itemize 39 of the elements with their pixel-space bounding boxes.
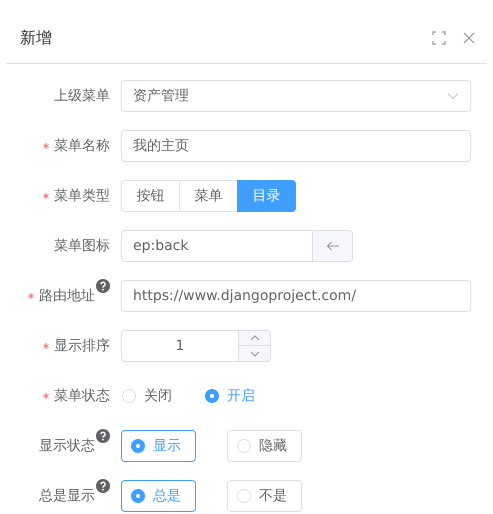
close-icon: [463, 32, 475, 44]
radio-button[interactable]: 不是: [227, 480, 302, 512]
chevron-up-icon: [250, 335, 260, 341]
required-asterisk-icon: [28, 293, 34, 299]
increment-button[interactable]: [238, 331, 270, 346]
help-icon: [96, 279, 110, 293]
field-label: 总是显示: [39, 487, 95, 505]
field-label: 菜单图标: [54, 237, 110, 255]
field-label: 菜单名称: [54, 137, 110, 155]
field-label: 路由地址: [39, 287, 95, 305]
field-label: 菜单状态: [54, 387, 110, 405]
input-field[interactable]: 我的主页: [121, 130, 471, 162]
field-label: 菜单类型: [54, 187, 110, 205]
required-asterisk-icon: [43, 143, 49, 149]
decrement-button[interactable]: [238, 346, 270, 361]
chevron-down-icon: [250, 350, 260, 356]
input-field[interactable]: ep:back: [121, 230, 313, 262]
radio-button[interactable]: [205, 389, 219, 403]
segment-button[interactable]: 菜单: [179, 180, 238, 212]
required-asterisk-icon: [43, 193, 49, 199]
dialog-title: 新增: [20, 28, 53, 48]
required-asterisk-icon: [43, 393, 49, 399]
input-field[interactable]: https://www.djangoproject.com/: [121, 280, 471, 312]
chevron-down-icon: [447, 92, 459, 100]
field-label: 显示状态: [39, 437, 95, 455]
segment-button[interactable]: 按钮: [121, 180, 180, 212]
select-field[interactable]: 资产管理: [121, 80, 471, 112]
help-icon: [96, 429, 110, 443]
required-asterisk-icon: [43, 343, 49, 349]
radio-label[interactable]: 关闭: [144, 387, 172, 405]
icon-picker-button[interactable]: [313, 230, 353, 262]
fullscreen-button[interactable]: [432, 31, 446, 45]
field-label: 显示排序: [54, 337, 110, 355]
radio-button[interactable]: 隐藏: [227, 430, 302, 462]
arrow-left-icon: [326, 241, 340, 251]
field-label: 上级菜单: [54, 87, 110, 105]
fullscreen-icon: [432, 31, 446, 45]
close-button[interactable]: [463, 32, 475, 44]
help-icon: [96, 479, 110, 493]
